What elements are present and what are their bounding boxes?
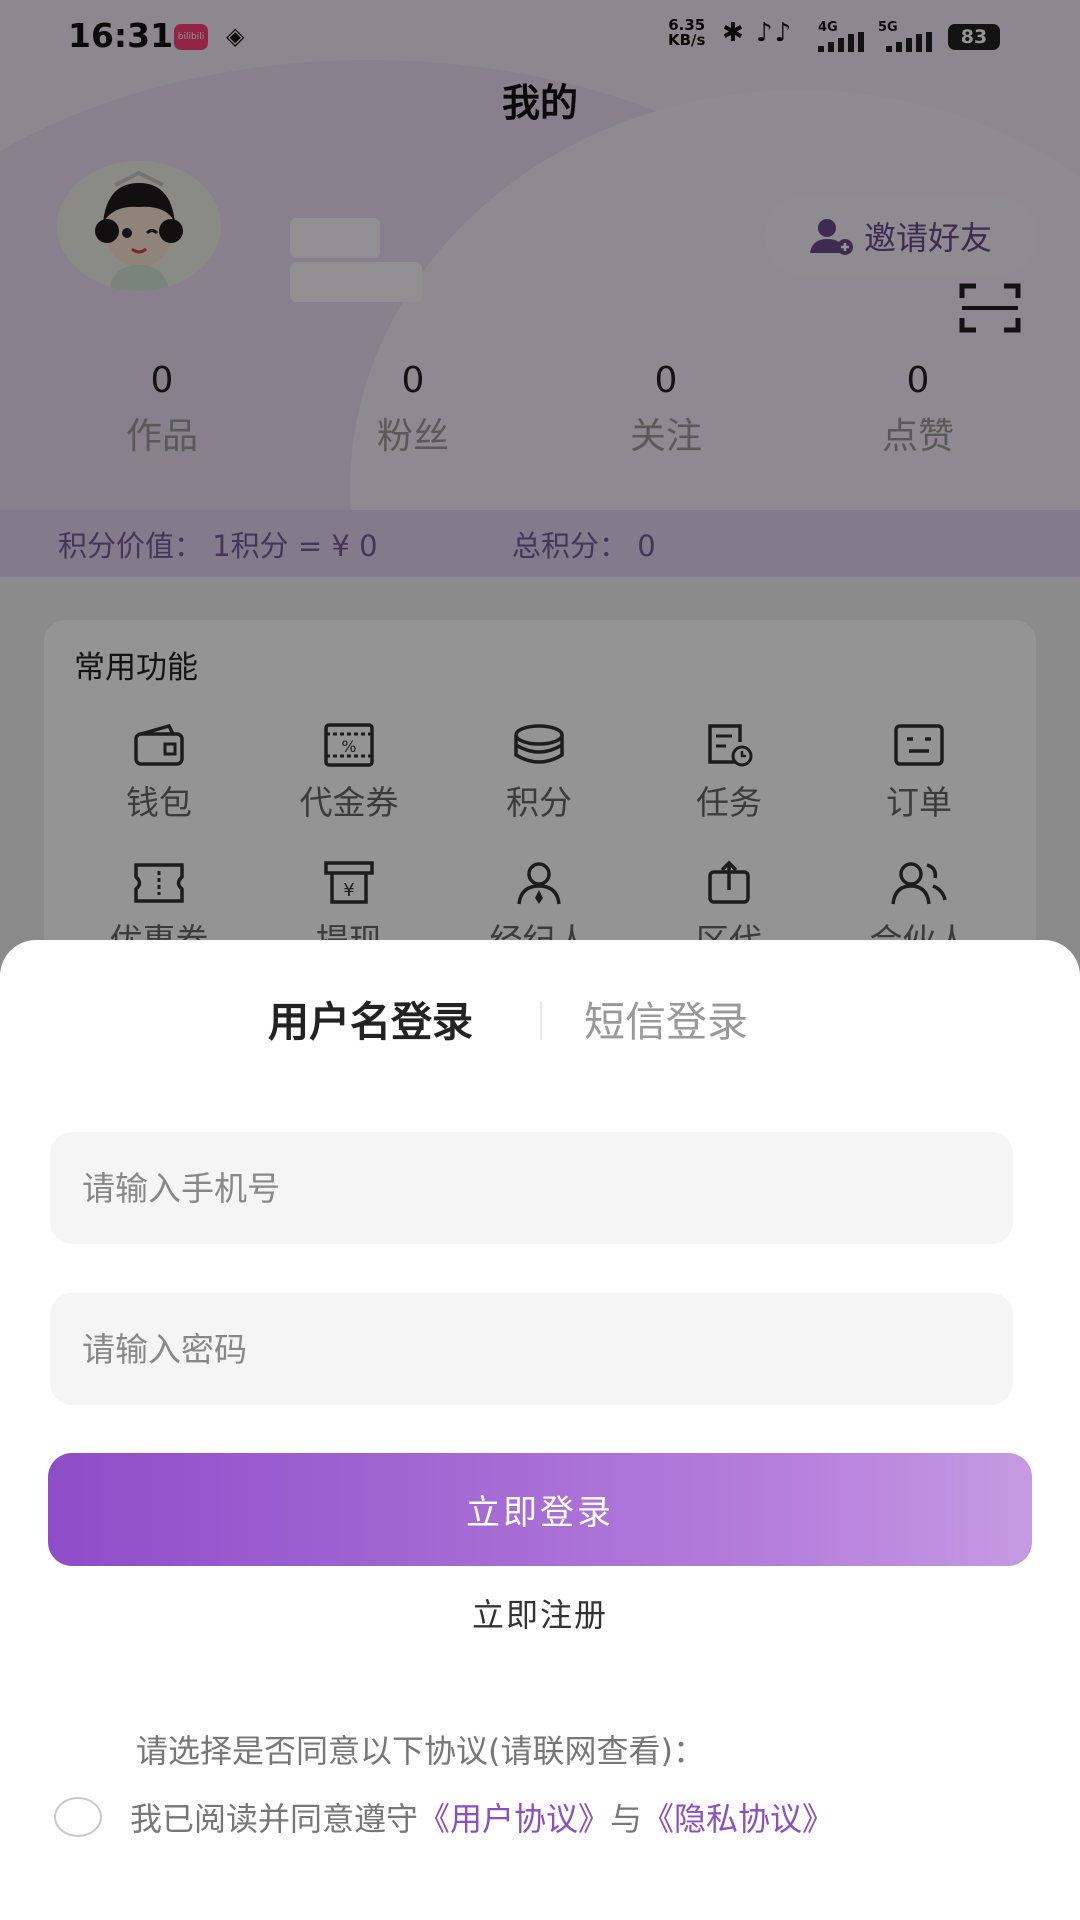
tab-divider <box>540 1002 542 1040</box>
agreement-connector: 与 <box>610 1800 643 1838</box>
login-tabs: 用户名登录 短信登录 <box>0 988 1080 1048</box>
tab-sms-login[interactable]: 短信登录 <box>584 988 748 1048</box>
register-link[interactable]: 立即注册 <box>0 1590 1080 1636</box>
agreement-radio[interactable] <box>54 1797 102 1837</box>
privacy-agreement-link[interactable]: 《隐私协议》 <box>642 1794 834 1840</box>
phone-input[interactable] <box>50 1132 1013 1244</box>
agreement-hint: 请选择是否同意以下协议(请联网查看)： <box>136 1732 705 1770</box>
login-button[interactable]: 立即登录 <box>48 1453 1032 1566</box>
tab-username-login[interactable]: 用户名登录 <box>268 988 473 1048</box>
login-sheet: 用户名登录 短信登录 立即登录 立即注册 请选择是否同意以下协议(请联网查看)：… <box>0 940 1080 1920</box>
user-agreement-link[interactable]: 《用户协议》 <box>418 1794 610 1840</box>
password-input[interactable] <box>50 1293 1013 1405</box>
agreement-row: 我已阅读并同意遵守 《用户协议》 与 《隐私协议》 <box>54 1792 834 1842</box>
agreement-prefix: 我已阅读并同意遵守 <box>130 1800 419 1838</box>
